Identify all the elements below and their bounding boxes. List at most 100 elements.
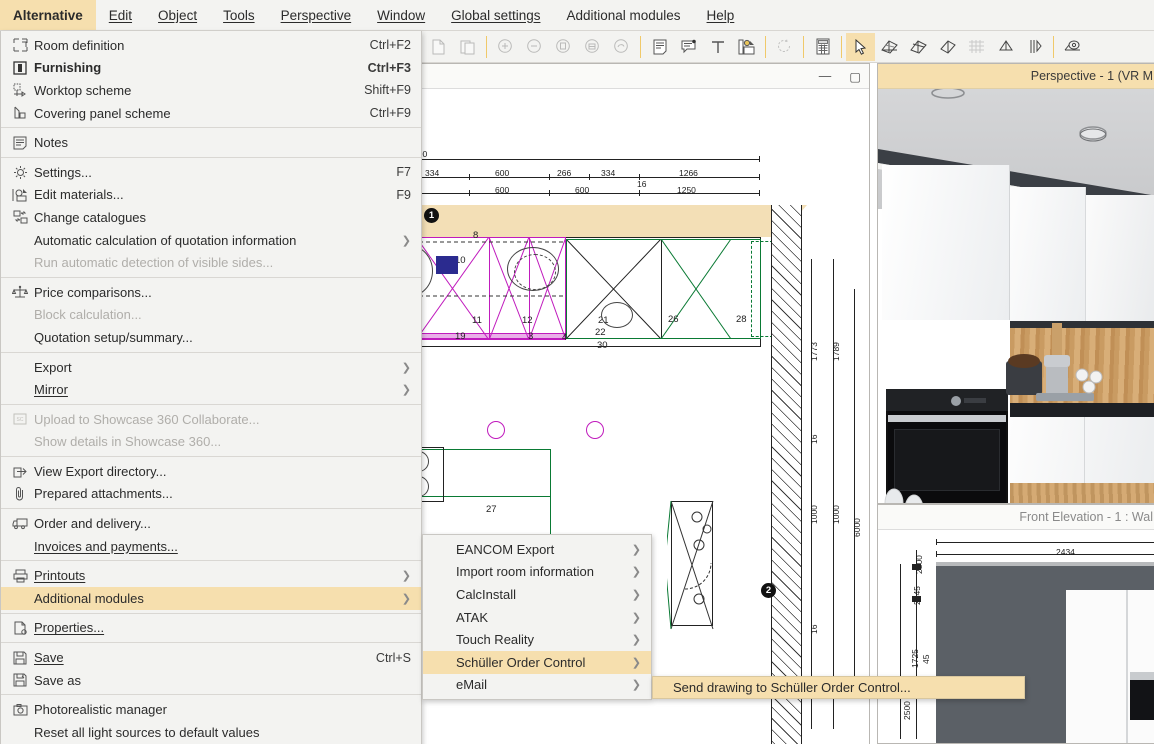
menubar-item-object[interactable]: Object (145, 0, 210, 30)
elevation-window-title: Front Elevation - 1 : Wal (1019, 510, 1153, 524)
refresh-icon[interactable] (770, 33, 799, 61)
zoom-fit-icon[interactable] (578, 33, 607, 61)
menu-item-printouts[interactable]: Printouts ❯ (1, 564, 421, 587)
menu-item-price-comparisons[interactable]: Price comparisons... (1, 281, 421, 304)
menubar-item-window[interactable]: Window (364, 0, 438, 30)
menu-separator (1, 157, 421, 158)
toolbar-separator (640, 36, 641, 58)
materials-icon[interactable] (732, 33, 761, 61)
printer-icon (9, 569, 31, 583)
menu-item-save-as[interactable]: Save as (1, 669, 421, 692)
menu-item-prepared-attachments[interactable]: Prepared attachments... (1, 483, 421, 506)
change-catalogues-icon (9, 210, 31, 224)
menu-item-label: Order and delivery... (31, 516, 411, 531)
menu-item-label: Show details in Showcase 360... (31, 434, 411, 449)
grid-icon[interactable] (962, 33, 991, 61)
menubar-item-edit[interactable]: Edit (96, 0, 145, 30)
alternative-menu-dropdown: Room definition Ctrl+F2 Furnishing Ctrl+… (0, 31, 422, 744)
submenu-item-email[interactable]: eMail ❯ (423, 674, 651, 697)
menu-separator (1, 560, 421, 561)
elevation-window-titlebar[interactable]: Front Elevation - 1 : Wal (878, 505, 1154, 530)
menu-item-order-and-delivery[interactable]: Order and delivery... (1, 512, 421, 535)
menu-item-reset-all-light-sources-to-default-values[interactable]: Reset all light sources to default value… (1, 721, 421, 744)
menubar-item-tools[interactable]: Tools (210, 0, 268, 30)
menu-item-additional-modules[interactable]: Additional modules ❯ (1, 587, 421, 610)
maximize-button[interactable]: ▢ (849, 69, 861, 84)
zoom-in-icon[interactable] (491, 33, 520, 61)
select-arrow-icon[interactable] (846, 33, 875, 61)
plan-number-22: 22 (595, 327, 606, 338)
menubar-item-perspective[interactable]: Perspective (268, 0, 365, 30)
menu-item-label: Export (31, 360, 392, 375)
submenu-item-touch-reality[interactable]: Touch Reality ❯ (423, 628, 651, 651)
plan-number-8: 8 (473, 230, 478, 241)
menu-item-mirror[interactable]: Mirror ❯ (1, 378, 421, 401)
dim-v-1789: 1789 (831, 342, 841, 361)
menu-item-furnishing[interactable]: Furnishing Ctrl+F3 (1, 57, 421, 80)
view-perspective-2-icon[interactable] (904, 33, 933, 61)
zoom-previous-icon[interactable] (607, 33, 636, 61)
plan-number-28: 28 (736, 314, 747, 325)
additional-modules-submenu: EANCOM Export ❯ Import room information … (422, 534, 652, 700)
menu-item-save[interactable]: Save Ctrl+S (1, 646, 421, 669)
zoom-window-icon[interactable] (549, 33, 578, 61)
chevron-right-icon: ❯ (622, 543, 641, 556)
menu-item-upload-to-showcase-360-collaborate: SC Upload to Showcase 360 Collaborate... (1, 408, 421, 431)
chevron-right-icon: ❯ (622, 565, 641, 578)
submenu-item-import-room-information[interactable]: Import room information ❯ (423, 561, 651, 584)
menu-item-export[interactable]: Export ❯ (1, 356, 421, 379)
perspective-render[interactable] (878, 89, 1154, 503)
zoom-out-icon[interactable] (520, 33, 549, 61)
copy-paste-icon[interactable] (453, 33, 482, 61)
elev-dim-2500b: 2500 (902, 701, 912, 720)
submenu-item-eancom-export[interactable]: EANCOM Export ❯ (423, 538, 651, 561)
menu-item-edit-materials[interactable]: Edit materials... F9 (1, 184, 421, 207)
menu-item-shortcut: Shift+F9 (350, 83, 411, 97)
menu-item-room-definition[interactable]: Room definition Ctrl+F2 (1, 34, 421, 57)
submenu-item-atak[interactable]: ATAK ❯ (423, 606, 651, 629)
mirror-icon[interactable] (1020, 33, 1049, 61)
menu-item-label: Photorealistic manager (31, 702, 411, 717)
menu-item-view-export-directory[interactable]: View Export directory... (1, 460, 421, 483)
new-icon[interactable] (424, 33, 453, 61)
perspective-window-titlebar[interactable]: Perspective - 1 (VR M (878, 64, 1154, 89)
menubar-item-alternative[interactable]: Alternative (0, 0, 96, 30)
menu-item-covering-panel-scheme[interactable]: Covering panel scheme Ctrl+F9 (1, 102, 421, 125)
elevation-drawing-canvas[interactable]: 2434 2500 2245 1725 45 2500 (878, 530, 1154, 743)
menubar-item-help[interactable]: Help (694, 0, 748, 30)
dim-mid-4: 1266 (679, 168, 698, 178)
menu-item-photorealistic-manager[interactable]: Photorealistic manager (1, 698, 421, 721)
menu-item-shortcut: F7 (382, 165, 411, 179)
menu-item-invoices-and-payments[interactable]: Invoices and payments... (1, 535, 421, 558)
menubar-item-global-settings[interactable]: Global settings (438, 0, 553, 30)
menu-item-change-catalogues[interactable]: Change catalogues (1, 206, 421, 229)
calculator-icon[interactable] (808, 33, 837, 61)
dim-v-6000: 6000 (852, 518, 862, 537)
menu-separator (1, 352, 421, 353)
menu-item-automatic-calculation-of-quotation-information[interactable]: Automatic calculation of quotation infor… (1, 229, 421, 252)
menu-item-label: Furnishing (31, 60, 354, 75)
view-perspective-1-icon[interactable] (875, 33, 904, 61)
menu-item-shortcut: Ctrl+S (362, 651, 411, 665)
submenu-item-schuller-order-control[interactable]: Schüller Order Control ❯ (423, 651, 651, 674)
comment-icon[interactable] (674, 33, 703, 61)
schuller-order-control-submenu[interactable]: Send drawing to Schüller Order Control..… (652, 676, 1025, 699)
menu-item-quotation-setup-summary[interactable]: Quotation setup/summary... (1, 326, 421, 349)
menu-item-notes[interactable]: Notes (1, 131, 421, 154)
minimize-button[interactable]: — (819, 69, 832, 83)
view-elevation-icon[interactable] (991, 33, 1020, 61)
notes-icon[interactable] (645, 33, 674, 61)
submenu-item-calcinstall[interactable]: CalcInstall ❯ (423, 583, 651, 606)
menu-item-settings[interactable]: Settings... F7 (1, 161, 421, 184)
menubar-item-additional-modules[interactable]: Additional modules (553, 0, 693, 30)
menu-item-worktop-scheme[interactable]: Worktop scheme Shift+F9 (1, 79, 421, 102)
menu-item-properties[interactable]: Properties... (1, 617, 421, 640)
view-perspective-3-icon[interactable] (933, 33, 962, 61)
plan-number-11: 11 (472, 315, 482, 326)
measure-icon[interactable] (1058, 33, 1087, 61)
menu-separator (1, 277, 421, 278)
text-tool-icon[interactable] (703, 33, 732, 61)
dim-bot-4: 1250 (677, 185, 696, 195)
plan-number-30: 30 (597, 340, 608, 351)
menu-separator (1, 508, 421, 509)
